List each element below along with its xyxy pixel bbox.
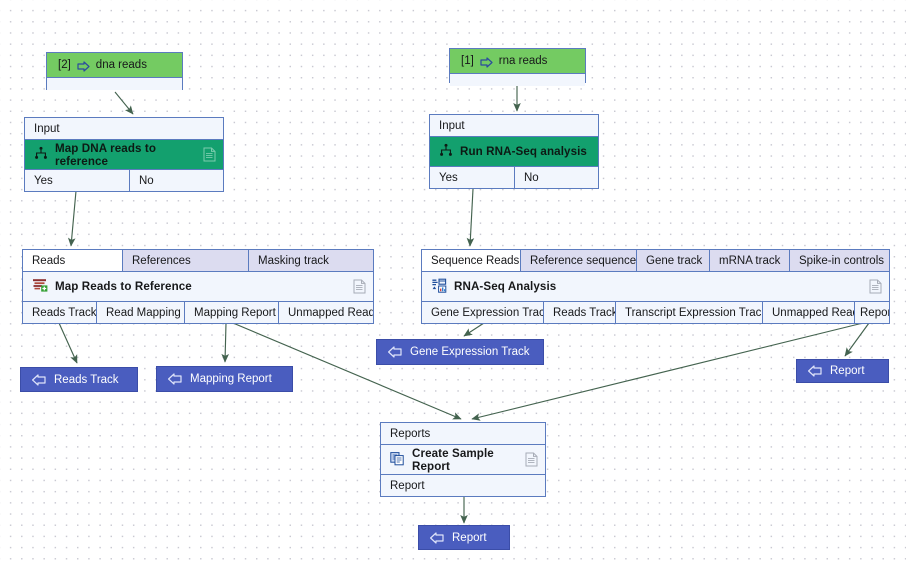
process-title-bar[interactable]: Map DNA reads to reference: [25, 140, 223, 169]
output-port-unmapped-reads[interactable]: Unmapped Reads: [763, 301, 855, 323]
output-port-row: Report: [381, 474, 545, 496]
input-port-references[interactable]: References: [123, 250, 249, 272]
input-port-row: Input: [430, 115, 598, 137]
output-node-label: Mapping Report: [190, 373, 272, 385]
input-node-port-strip: [47, 78, 182, 90]
output-port-unmapped-reads[interactable]: Unmapped Reads: [279, 301, 373, 323]
input-port-sequence-reads[interactable]: Sequence Reads: [422, 250, 521, 272]
wire-map-dna-yes-to-map-reads: [67, 190, 77, 247]
output-port-transcript-expression-track[interactable]: Transcript Expression Track: [616, 301, 763, 323]
process-title: Create Sample Report: [412, 446, 494, 473]
output-port-row: Reads Track Read Mapping Mapping Report …: [23, 301, 373, 323]
process-title: Map Reads to Reference: [55, 280, 192, 293]
input-port-input[interactable]: Input: [25, 118, 223, 140]
output-node-report-right[interactable]: Report: [796, 359, 889, 383]
output-arrow-icon: [480, 56, 493, 68]
input-arrow-icon: [807, 365, 822, 377]
process-node-create-sample-report[interactable]: Reports Create Sample Report Report: [380, 422, 546, 497]
input-port-row: Reads References Masking track: [23, 250, 373, 272]
output-node-gene-expression-track[interactable]: Gene Expression Track: [376, 339, 544, 365]
output-node-reads-track[interactable]: Reads Track: [20, 367, 138, 392]
workflow-canvas[interactable]: [2] dna reads [1] rna reads Input Map DN…: [0, 0, 906, 569]
wire-run-rnaseq-yes-to-rnaseq: [466, 188, 475, 247]
input-node-dna-reads[interactable]: [2] dna reads: [46, 52, 183, 90]
process-node-run-rna-seq-analysis[interactable]: Input Run RNA-Seq analysis Yes No: [429, 114, 599, 189]
document-icon[interactable]: [869, 279, 882, 294]
input-node-label: rna reads: [498, 55, 548, 67]
process-title-bar[interactable]: RNA-Seq Analysis: [422, 272, 889, 301]
output-node-mapping-report[interactable]: Mapping Report: [156, 366, 293, 392]
workflow-branch-icon: [439, 143, 453, 160]
input-node-header: [2] dna reads: [47, 53, 182, 78]
wire-rnaseq-report-to-report: [844, 322, 870, 357]
output-port-read-mapping[interactable]: Read Mapping: [97, 301, 185, 323]
input-index-label: [2]: [58, 59, 71, 71]
input-node-header: [1] rna reads: [450, 49, 585, 74]
rna-seq-icon: [431, 278, 447, 296]
workflow-branch-icon: [34, 146, 48, 163]
output-port-yes[interactable]: Yes: [25, 169, 130, 191]
output-port-report[interactable]: Report: [855, 301, 889, 323]
wire-gene-expression-track: [463, 322, 485, 337]
input-port-reads[interactable]: Reads: [23, 250, 123, 272]
input-port-row: Sequence Reads Reference sequence Gene t…: [422, 250, 889, 272]
input-node-rna-reads[interactable]: [1] rna reads: [449, 48, 586, 86]
output-node-label: Report: [452, 531, 487, 544]
output-port-row: Yes No: [430, 166, 598, 188]
input-node-label: dna reads: [95, 59, 147, 71]
output-port-row: Yes No: [25, 169, 223, 191]
output-port-reads-track[interactable]: Reads Track: [23, 301, 97, 323]
output-port-no[interactable]: No: [515, 166, 598, 188]
process-title: Run RNA-Seq analysis: [460, 145, 587, 158]
input-port-masking-track[interactable]: Masking track: [249, 250, 373, 272]
output-port-yes[interactable]: Yes: [430, 166, 515, 188]
output-port-gene-expression-track[interactable]: Gene Expression Track: [422, 301, 544, 323]
output-port-report[interactable]: Report: [381, 474, 545, 496]
map-reads-icon: [32, 278, 48, 295]
output-port-no[interactable]: No: [130, 169, 223, 191]
process-title: RNA-Seq Analysis: [454, 280, 557, 293]
input-port-reports[interactable]: Reports: [381, 423, 545, 445]
output-node-report-bottom[interactable]: Report: [418, 525, 510, 550]
document-icon[interactable]: [353, 279, 366, 294]
output-node-label: Report: [830, 365, 865, 377]
input-port-row: Input: [25, 118, 223, 140]
document-icon[interactable]: [525, 452, 538, 467]
input-arrow-icon: [387, 346, 402, 358]
input-port-reference-sequence[interactable]: Reference sequence: [521, 250, 637, 272]
input-node-port-strip: [450, 74, 585, 86]
input-index-label: [1]: [461, 55, 474, 67]
process-title-bar[interactable]: Create Sample Report: [381, 445, 545, 474]
output-arrow-icon: [77, 60, 90, 72]
input-port-row: Reports: [381, 423, 545, 445]
output-port-reads-track[interactable]: Reads Track: [544, 301, 616, 323]
process-title: Map DNA reads to reference: [55, 141, 157, 168]
process-title-bar[interactable]: Map Reads to Reference: [23, 272, 373, 301]
input-port-mrna-track[interactable]: mRNA track: [710, 250, 790, 272]
wire-mapping-report: [221, 322, 230, 363]
input-port-input[interactable]: Input: [430, 115, 598, 137]
process-title-bar[interactable]: Run RNA-Seq analysis: [430, 137, 598, 166]
output-node-label: Gene Expression Track: [410, 346, 530, 358]
input-arrow-icon: [429, 531, 444, 544]
process-node-map-reads-to-reference[interactable]: Reads References Masking track Map Reads…: [22, 249, 374, 324]
input-port-gene-track[interactable]: Gene track: [637, 250, 710, 272]
process-node-map-dna-reads-to-reference[interactable]: Input Map DNA reads to reference Yes No: [24, 117, 224, 192]
process-node-rna-seq-analysis[interactable]: Sequence Reads Reference sequence Gene t…: [421, 249, 890, 324]
output-node-label: Reads Track: [54, 373, 119, 386]
wire-reads-track: [58, 322, 78, 364]
wire-dna-reads-to-map-dna: [114, 91, 134, 115]
input-port-spike-in-controls[interactable]: Spike-in controls: [790, 250, 889, 272]
input-arrow-icon: [167, 373, 182, 385]
input-arrow-icon: [31, 373, 46, 386]
document-icon[interactable]: [203, 147, 216, 162]
output-port-row: Gene Expression Track Reads Track Transc…: [422, 301, 889, 323]
output-port-mapping-report[interactable]: Mapping Report: [185, 301, 279, 323]
create-sample-report-icon: [390, 451, 405, 469]
